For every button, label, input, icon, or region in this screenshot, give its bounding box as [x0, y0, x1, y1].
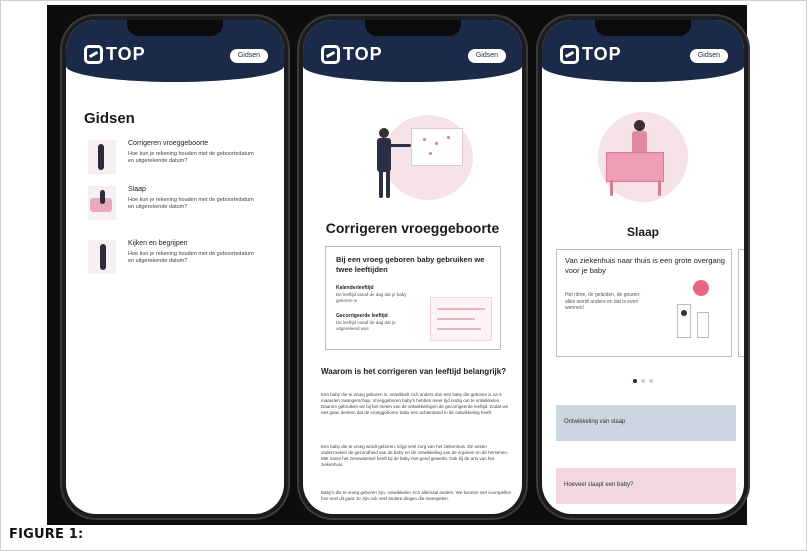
- guide-thumbnail: [88, 140, 116, 174]
- body-paragraph: Een baby die te vroeg wordt geboren, kri…: [321, 444, 509, 467]
- body-paragraph: Baby's die te vroeg geboren zijn, ontwik…: [321, 490, 512, 501]
- carousel-indicator[interactable]: [542, 370, 744, 388]
- phone-corrigeren-detail: TOP Gidsen Corrigeren vroeggeboorte Bij …: [297, 14, 528, 520]
- guide-title: Corrigeren vroeggeboorte: [128, 140, 209, 147]
- teacher-illustration: [343, 100, 483, 210]
- phone-slaap-detail: TOP Gidsen Slaap Van ziekenhuis naar thu…: [536, 14, 750, 520]
- card-title: Van ziekenhuis naar thuis is een grote o…: [565, 256, 725, 275]
- corrected-age-label: Gecorrigeerde leeftijd: [336, 313, 388, 319]
- phone-notch: [127, 20, 223, 36]
- logo-text: TOP: [343, 44, 383, 64]
- home-illustration: [669, 280, 725, 350]
- guide-description: Hoe kun je rekening houden met de geboor…: [128, 197, 254, 210]
- carousel-dot[interactable]: [649, 379, 653, 383]
- page-title: Gidsen: [84, 110, 135, 127]
- app-logo[interactable]: TOP: [321, 44, 383, 65]
- phone-screen: TOP Gidsen Corrigeren vroeggeboorte Bij …: [303, 20, 522, 514]
- guide-description: Hoe kun je rekening houden met de geboor…: [128, 151, 254, 164]
- info-card[interactable]: Van ziekenhuis naar thuis is een grote o…: [556, 249, 732, 357]
- guide-thumbnail: [88, 186, 116, 220]
- logo-mark-icon: [560, 45, 579, 64]
- guide-title: Slaap: [128, 186, 146, 193]
- carousel-dot[interactable]: [641, 379, 645, 383]
- guides-button[interactable]: Gidsen: [689, 49, 728, 63]
- guide-item-corrigeren[interactable]: Corrigeren vroeggeboorte Hoe kun je reke…: [88, 140, 278, 180]
- guide-item-slaap[interactable]: Slaap Hoe kun je rekening houden met de …: [88, 186, 278, 226]
- guide-item-kijken[interactable]: Kijken en begrijpen Hoe kun je rekening …: [88, 240, 278, 280]
- guide-title: Kijken en begrijpen: [128, 240, 188, 247]
- guide-thumbnail: [88, 240, 116, 274]
- figure-caption: FIGURE 1:: [9, 527, 84, 542]
- body-paragraph: Een baby die te vroeg geboren is, ontwik…: [321, 392, 509, 415]
- next-card-peek[interactable]: [738, 249, 744, 357]
- phone-notch: [595, 20, 691, 36]
- section-heading: Waarom is het corrigeren van leeftijd be…: [321, 367, 507, 376]
- phone-screen: TOP Gidsen Slaap Van ziekenhuis naar thu…: [542, 20, 744, 514]
- card-text: Het ritme, de geluiden, de geuren: alles…: [565, 292, 641, 311]
- logo-mark-icon: [321, 45, 340, 64]
- age-timeline-graphic: [430, 297, 492, 341]
- phone-screen: TOP Gidsen Gidsen Corrigeren vroeggeboor…: [66, 20, 284, 514]
- topic-ontwikkeling-slaap[interactable]: Ontwikkeling van slaap: [556, 405, 736, 441]
- app-logo[interactable]: TOP: [84, 44, 146, 65]
- topic-hoeveel-slaapt[interactable]: Hoeveel slaapt een baby?: [556, 468, 736, 504]
- card-title: Bij een vroeg geboren baby gebruiken we …: [336, 255, 485, 274]
- page-title: Corrigeren vroeggeboorte: [325, 220, 500, 236]
- guides-button[interactable]: Gidsen: [229, 49, 268, 63]
- calendar-age-text: De leeftijd vanaf de dag dat je baby geb…: [336, 292, 407, 303]
- guide-description: Hoe kun je rekening houden met de geboor…: [128, 251, 254, 264]
- carousel-dot-active[interactable]: [633, 379, 637, 383]
- guides-button[interactable]: Gidsen: [467, 49, 506, 63]
- phone-gidsen-overview: TOP Gidsen Gidsen Corrigeren vroeggeboor…: [60, 14, 290, 520]
- app-logo[interactable]: TOP: [560, 44, 622, 65]
- crib-illustration: [588, 102, 698, 212]
- logo-text: TOP: [106, 44, 146, 64]
- corrected-age-text: De leeftijd vanaf de dag dat je uitgerek…: [336, 320, 396, 331]
- logo-text: TOP: [582, 44, 622, 64]
- phone-notch: [364, 20, 461, 36]
- logo-mark-icon: [84, 45, 103, 64]
- calendar-age-label: Kalenderleeftijd: [336, 285, 374, 291]
- ages-card: Bij een vroeg geboren baby gebruiken we …: [325, 246, 501, 350]
- page-title: Slaap: [626, 225, 659, 239]
